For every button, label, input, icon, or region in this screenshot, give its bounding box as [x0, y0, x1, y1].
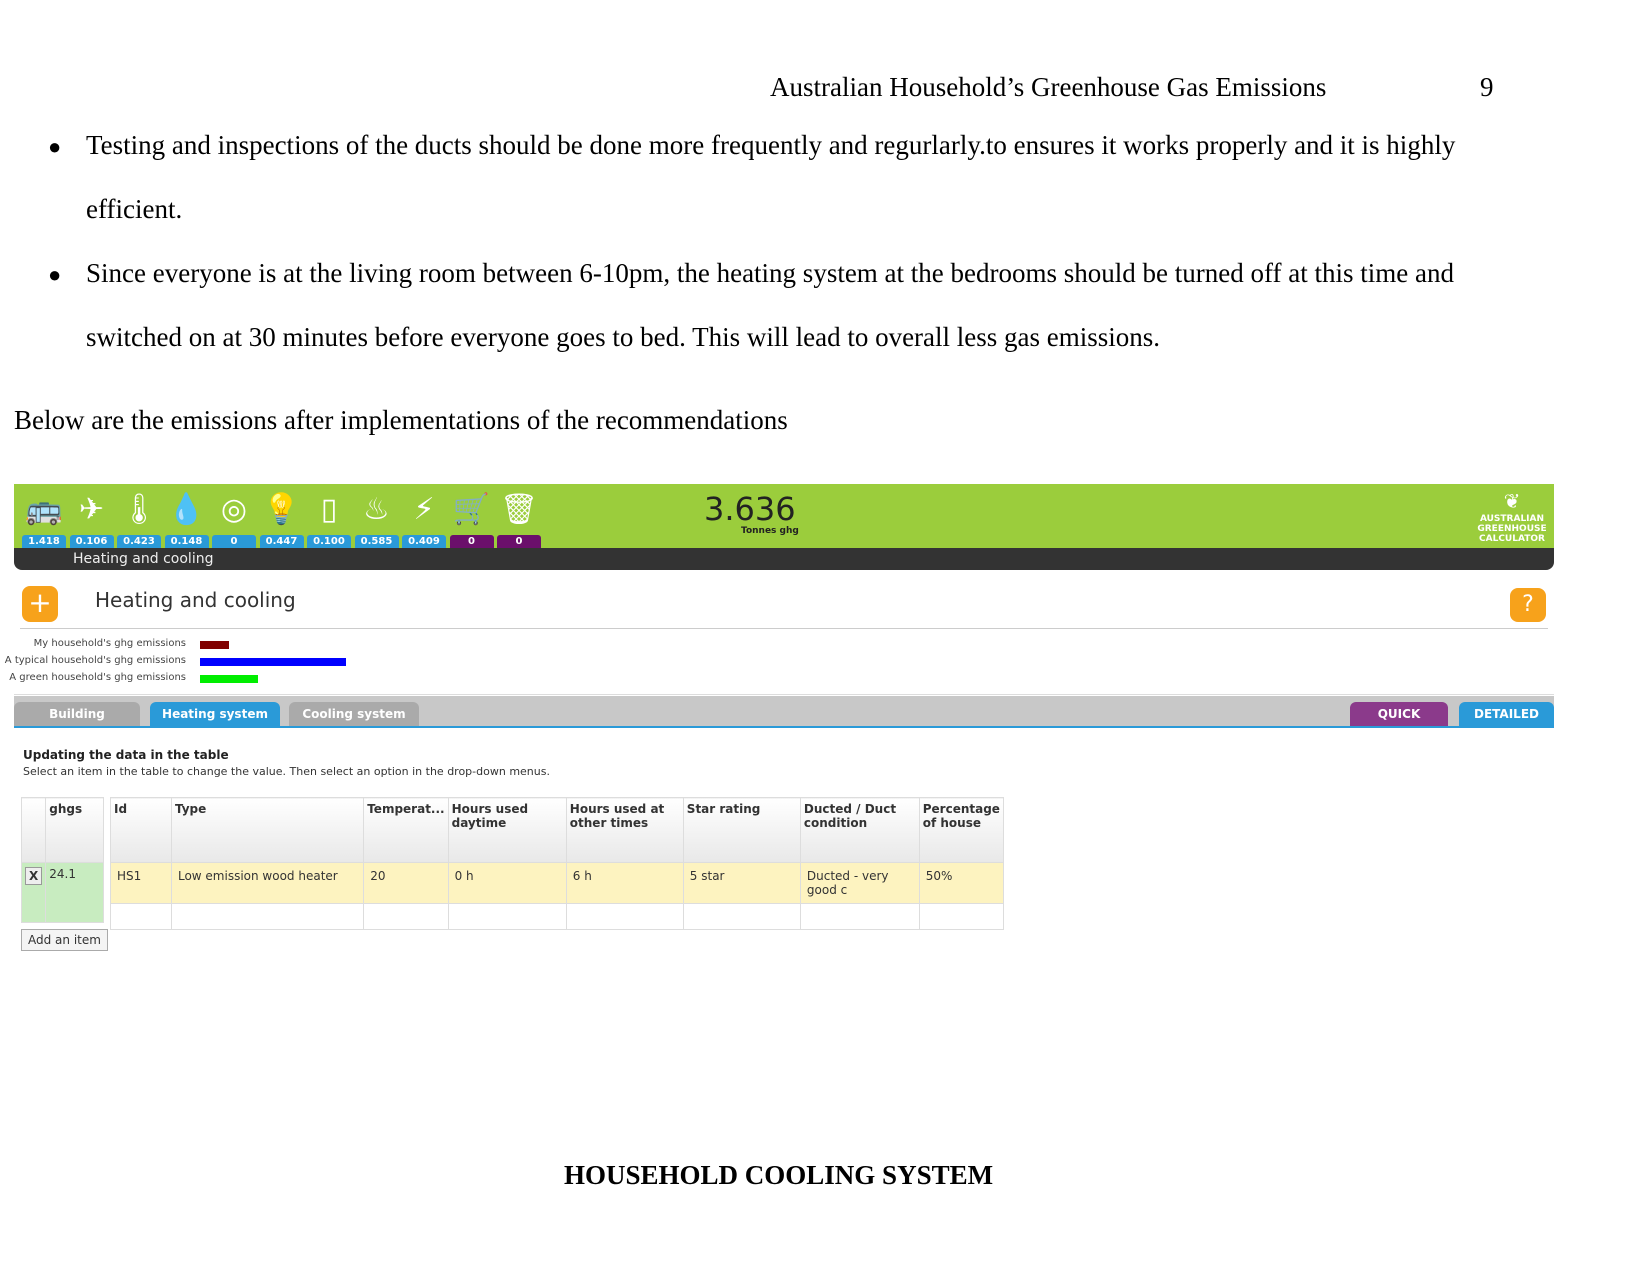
tab-bar: Building Heating system Cooling system Q…	[14, 696, 1554, 728]
bullet-text: Testing and inspections of the ducts sho…	[86, 130, 1456, 160]
category-value: 0	[212, 535, 256, 548]
column-header[interactable]: Hours used at other times	[565, 797, 684, 863]
comparison-bar	[200, 658, 346, 666]
cooking-pot-icon[interactable]: ♨	[357, 490, 397, 530]
instructions: Select an item in the table to change th…	[23, 765, 550, 778]
column-header[interactable]: Temperat...	[363, 797, 449, 863]
car-bus-icon[interactable]: 🚌	[24, 490, 64, 530]
data-table: Id Type Temperat... Hours used daytime Hours…	[110, 797, 1005, 930]
appliances-plug-icon[interactable]: ⚡	[404, 490, 444, 530]
total-unit: Tonnes ghg	[741, 526, 799, 536]
category-value: 0.148	[164, 535, 209, 548]
leaf-icon: ❦	[1503, 489, 1521, 513]
section-panel: + Heating and cooling ? My household's g…	[5, 574, 1554, 695]
category-value: 0	[497, 535, 541, 548]
comparison-bar	[200, 675, 259, 683]
running-title: Australian Household’s Greenhouse Gas Em…	[770, 72, 1327, 102]
category-value: 0.409	[402, 535, 446, 548]
comparison-label: My household's ghg emissions	[33, 638, 186, 649]
table-cell[interactable]: HS1	[110, 862, 172, 904]
tab-cooling-system[interactable]: Cooling system	[289, 702, 419, 726]
remove-row-button[interactable]: X	[25, 867, 43, 885]
table-row[interactable]: HS1 Low emission wood heater 20 0 h6 h5 sta…	[110, 862, 1005, 904]
category-value: 1.418	[22, 535, 66, 548]
thermometer-icon[interactable]: 🌡	[119, 490, 159, 530]
column-header[interactable]: Hours used daytime	[447, 797, 567, 863]
washing-machine-icon[interactable]: ◎	[214, 490, 254, 530]
column-header[interactable]: Ducted / Duct condition	[799, 797, 920, 863]
category-value: 0.447	[259, 535, 304, 548]
ghgs-header: ghgs	[45, 797, 104, 863]
bullet-text: switched on at 30 minutes before everyon…	[86, 322, 1161, 352]
column-header[interactable]: Id	[110, 797, 172, 863]
category-value: 0.423	[117, 535, 161, 548]
tab-quick[interactable]: QUICK	[1350, 702, 1448, 726]
airplane-icon[interactable]: ✈	[72, 490, 112, 530]
table-cell[interactable]: 0 h	[447, 862, 567, 904]
empty-row[interactable]	[110, 903, 1005, 930]
tab-heating-system[interactable]: Heating system	[150, 702, 280, 726]
breadcrumb[interactable]: Heating and cooling	[73, 551, 213, 567]
document-page: Australian Household’s Greenhouse Gas Em…	[0, 0, 1650, 1275]
add-icon[interactable]: +	[22, 586, 58, 622]
hot-water-icon[interactable]: 💧	[167, 490, 207, 530]
tab-detailed[interactable]: DETAILED	[1459, 702, 1554, 726]
page-number: 9	[1480, 72, 1494, 102]
ghgs-table: ghgs X 24.1	[20, 797, 104, 923]
column-header[interactable]: Percentage of house	[918, 797, 1005, 863]
comparison-label: A green household's ghg emissions	[9, 672, 186, 683]
tab-building[interactable]: Building	[14, 702, 140, 726]
breadcrumb-bar	[14, 548, 1554, 570]
comparison-label: A typical household's ghg emissions	[4, 655, 186, 666]
table-cell[interactable]: 6 h	[565, 862, 684, 904]
light-bulb-icon[interactable]: 💡	[262, 490, 302, 530]
bullet-text: Since everyone is at the living room bet…	[86, 258, 1454, 288]
bullet-icon: ●	[48, 134, 62, 159]
intro-paragraph: Below are the emissions after implementa…	[14, 405, 788, 435]
comparison-bar	[200, 641, 230, 649]
table-cell[interactable]: 5 star	[682, 862, 801, 904]
total-emissions: 3.636	[704, 490, 796, 528]
column-header[interactable]: Type	[170, 797, 365, 863]
column-header[interactable]: Star rating	[682, 797, 801, 863]
category-value: 0	[449, 535, 494, 548]
help-button[interactable]: ?	[1510, 588, 1546, 622]
instructions-title: Updating the data in the table	[23, 748, 229, 762]
category-value: 0.106	[69, 535, 114, 548]
shopping-cart-icon[interactable]: 🛒	[452, 490, 492, 530]
table-cell[interactable]: Ducted - very good c	[799, 862, 920, 904]
table-cell[interactable]: Low emission wood heater	[170, 862, 365, 904]
logo: ❦ AUSTRALIAN GREENHOUSE CALCULATOR	[1477, 489, 1547, 544]
divider	[20, 628, 1548, 629]
fridge-icon[interactable]: ▯	[309, 490, 349, 530]
add-item-button[interactable]: Add an item	[21, 929, 108, 951]
section-title: Heating and cooling	[95, 588, 296, 612]
bullet-text: efficient.	[86, 194, 183, 224]
calculator-screenshot: 🚌 1.418 ✈ 0.106 🌡 0.423 💧 0.148 ◎ 0 💡 0.447 ▯ 0.100 ♨ 0…	[5, 484, 1554, 974]
table-cell[interactable]: 50%	[918, 862, 1005, 904]
figure-caption: HOUSEHOLD COOLING SYSTEM	[564, 1160, 994, 1190]
waste-bin-icon[interactable]: 🗑	[499, 490, 539, 530]
ghgs-value: 24.1	[45, 862, 104, 923]
table-cell[interactable]: 20	[363, 862, 449, 904]
category-value: 0.585	[354, 535, 399, 548]
category-value: 0.100	[307, 535, 351, 548]
bullet-icon: ●	[48, 262, 62, 287]
